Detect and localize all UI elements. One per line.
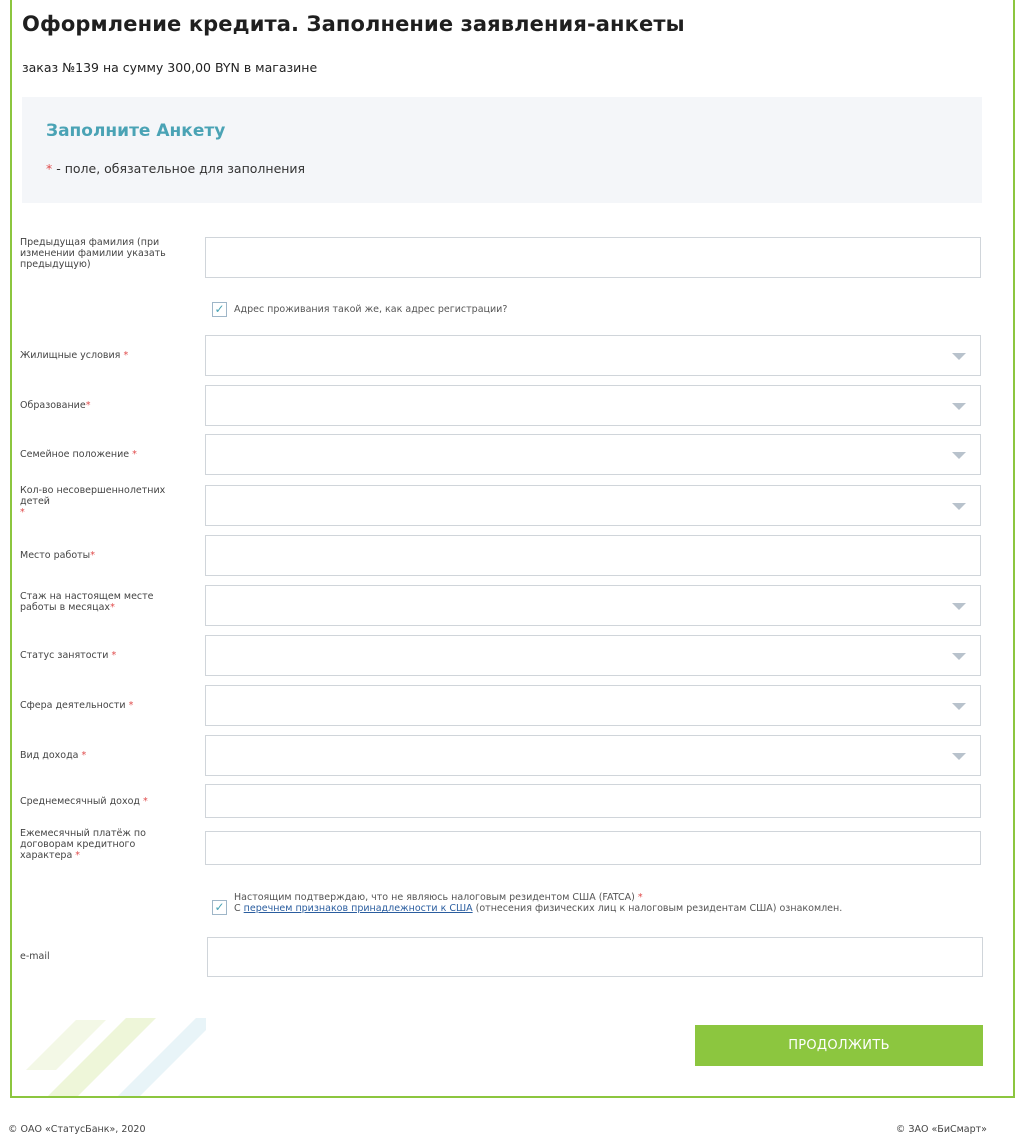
decorative-stripes — [26, 1018, 206, 1096]
sphere-label: Сфера деятельности * — [20, 700, 200, 711]
info-panel: Заполните Анкету * - поле, обязательное … — [22, 97, 982, 203]
fatca-criteria-link[interactable]: перечнем признаков принадлежности к США — [244, 903, 473, 914]
prev-surname-input[interactable] — [205, 237, 981, 278]
fatca-text: Настоящим подтверждаю, что не являюсь на… — [234, 892, 994, 914]
required-mark: * — [111, 650, 117, 661]
same-address-label: Адрес проживания такой же, как адрес рег… — [234, 304, 508, 315]
page-title: Оформление кредита. Заполнение заявления… — [22, 12, 685, 36]
marital-select[interactable] — [205, 434, 981, 475]
monthly-payment-input[interactable] — [205, 831, 981, 865]
email-label: e-mail — [20, 951, 50, 962]
income-type-select[interactable] — [205, 735, 981, 776]
income-type-label: Вид дохода * — [20, 750, 200, 761]
checkmark-icon: ✓ — [214, 302, 225, 316]
employment-label: Статус занятости * — [20, 650, 200, 661]
housing-label: Жилищные условия * — [20, 350, 200, 361]
same-address-checkbox[interactable]: ✓ — [212, 302, 227, 317]
required-mark: * — [81, 750, 87, 761]
required-note: * - поле, обязательное для заполнения — [46, 161, 305, 176]
fatca-checkbox[interactable]: ✓ — [212, 900, 227, 915]
monthly-payment-label: Ежемесячный платёж по договорам кредитно… — [20, 828, 170, 861]
required-mark: * — [143, 796, 148, 807]
fatca-line2-suffix: (отнесения физических лиц к налоговым ре… — [472, 903, 843, 914]
workplace-input[interactable] — [205, 535, 981, 576]
prev-surname-label: Предыдущая фамилия (при изменении фамили… — [20, 237, 166, 270]
children-label: Кол-во несовершеннолетних детей * — [20, 485, 190, 518]
chevron-down-icon — [952, 452, 966, 459]
required-note-text: - поле, обязательное для заполнения — [52, 161, 306, 176]
marital-label: Семейное положение * — [20, 449, 200, 460]
required-mark: * — [90, 550, 95, 561]
chevron-down-icon — [952, 603, 966, 610]
footer-copyright-left: © ОАО «СтатусБанк», 2020 — [8, 1124, 146, 1135]
fatca-line1: Настоящим подтверждаю, что не являюсь на… — [234, 892, 635, 903]
income-type-label-text: Вид дохода — [20, 750, 79, 761]
avg-income-label: Среднемесячный доход * — [20, 796, 200, 807]
fatca-line2-prefix: С — [234, 903, 244, 914]
children-select[interactable] — [205, 485, 981, 526]
email-input[interactable] — [207, 937, 983, 977]
required-mark: * — [75, 850, 81, 861]
education-select[interactable] — [205, 385, 981, 426]
avg-income-label-text: Среднемесячный доход — [20, 796, 140, 807]
required-mark: * — [85, 400, 91, 411]
children-label-text: Кол-во несовершеннолетних детей — [20, 485, 166, 507]
workplace-label-text: Место работы — [20, 550, 91, 561]
required-mark: * — [123, 350, 129, 361]
chevron-down-icon — [952, 703, 966, 710]
required-mark: * — [20, 507, 25, 518]
required-mark: * — [132, 449, 137, 460]
employment-select[interactable] — [205, 635, 981, 676]
required-mark: * — [128, 700, 134, 711]
chevron-down-icon — [952, 753, 966, 760]
continue-button[interactable]: ПРОДОЛЖИТЬ — [695, 1025, 983, 1066]
chevron-down-icon — [952, 503, 966, 510]
education-label: Образование* — [20, 400, 200, 411]
footer-copyright-right: © ЗАО «БиСмарт» — [895, 1124, 987, 1135]
marital-label-text: Семейное положение — [20, 449, 130, 460]
employment-label-text: Статус занятости — [20, 650, 109, 661]
required-mark: * — [637, 892, 643, 903]
workplace-label: Место работы* — [20, 550, 200, 561]
sphere-select[interactable] — [205, 685, 981, 726]
tenure-label: Стаж на настоящем месте работы в месяцах… — [20, 591, 180, 613]
chevron-down-icon — [952, 403, 966, 410]
info-title: Заполните Анкету — [46, 121, 226, 141]
checkmark-icon: ✓ — [214, 900, 225, 914]
avg-income-input[interactable] — [205, 784, 981, 818]
education-label-text: Образование — [20, 400, 86, 411]
housing-label-text: Жилищные условия — [20, 350, 121, 361]
tenure-label-text: Стаж на настоящем месте работы в месяцах — [20, 591, 154, 613]
tenure-select[interactable] — [205, 585, 981, 626]
order-summary: заказ №139 на сумму 300,00 BYN в магазин… — [22, 60, 318, 75]
chevron-down-icon — [952, 653, 966, 660]
sphere-label-text: Сфера деятельности — [20, 700, 126, 711]
monthly-payment-label-text: Ежемесячный платёж по договорам кредитно… — [20, 828, 146, 861]
form-frame: Оформление кредита. Заполнение заявления… — [10, 0, 1015, 1098]
required-mark: * — [110, 602, 115, 613]
chevron-down-icon — [952, 353, 966, 360]
housing-select[interactable] — [205, 335, 981, 376]
